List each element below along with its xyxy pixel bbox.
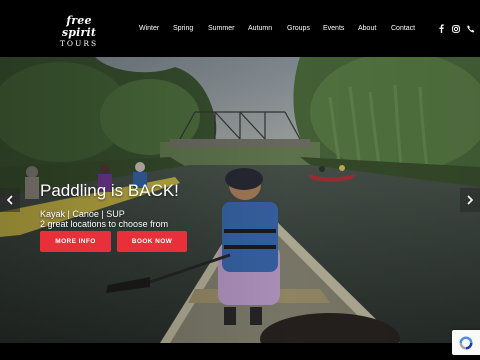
more-info-button[interactable]: MORE INFO bbox=[40, 231, 111, 252]
nav-item-about[interactable]: About bbox=[358, 23, 376, 35]
recaptcha-badge[interactable] bbox=[452, 330, 480, 355]
bottom-bar bbox=[0, 343, 480, 360]
hero-slider: Paddling is BACK! Kayak | Canoe | SUP 2 … bbox=[0, 57, 480, 343]
phone-icon[interactable] bbox=[466, 22, 476, 35]
book-now-button[interactable]: BOOK NOW bbox=[117, 231, 187, 252]
hero-headline: Paddling is BACK! bbox=[40, 181, 179, 200]
nav-item-autumn[interactable]: Autumn bbox=[248, 23, 272, 35]
facebook-icon[interactable] bbox=[436, 22, 446, 35]
recaptcha-icon bbox=[459, 336, 473, 349]
site-header: free spirit TOURS Winter Spring Summer A… bbox=[0, 0, 480, 57]
slider-prev-button[interactable] bbox=[0, 188, 20, 212]
logo-wordmark: free spirit bbox=[61, 14, 97, 39]
nav-item-groups[interactable]: Groups bbox=[287, 23, 310, 35]
chevron-left-icon bbox=[6, 195, 13, 205]
nav-item-contact[interactable]: Contact bbox=[391, 23, 415, 35]
logo-tagline: TOURS bbox=[59, 39, 99, 48]
instagram-icon[interactable] bbox=[451, 22, 461, 35]
nav-item-events[interactable]: Events bbox=[323, 23, 344, 35]
nav-item-spring[interactable]: Spring bbox=[173, 23, 193, 35]
nav-item-winter[interactable]: Winter bbox=[139, 23, 159, 35]
hero-subline-locations: 2 great locations to choose from bbox=[40, 219, 169, 229]
slider-next-button[interactable] bbox=[460, 188, 480, 212]
chevron-right-icon bbox=[467, 195, 474, 205]
nav-item-summer[interactable]: Summer bbox=[208, 23, 234, 35]
logo[interactable]: free spirit TOURS bbox=[48, 14, 110, 49]
